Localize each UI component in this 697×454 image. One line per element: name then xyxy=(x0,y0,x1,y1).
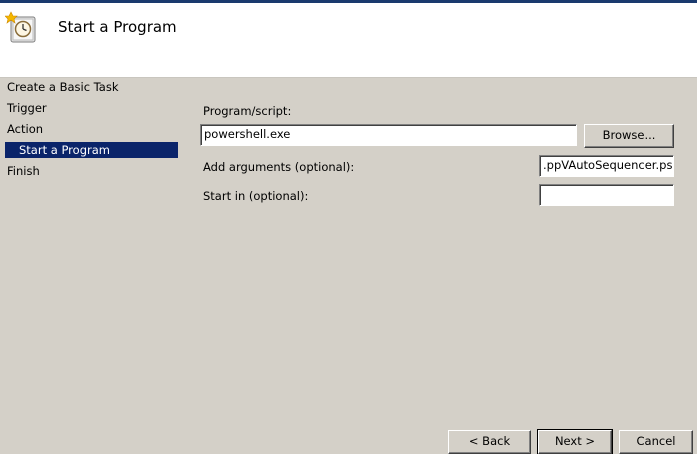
task-scheduler-clock-icon xyxy=(4,10,39,44)
step-action[interactable]: Action xyxy=(7,121,43,137)
step-start-a-program[interactable]: Start a Program xyxy=(5,142,178,158)
add-arguments-input[interactable]: .ppVAutoSequencer.ps1" xyxy=(539,155,674,177)
add-arguments-label: Add arguments (optional): xyxy=(203,160,355,174)
start-in-label: Start in (optional): xyxy=(203,189,309,203)
step-trigger[interactable]: Trigger xyxy=(7,100,47,116)
wizard-steps-sidebar: Create a Basic Task Trigger Action Start… xyxy=(0,78,196,444)
cancel-button[interactable]: Cancel xyxy=(619,430,693,454)
back-button[interactable]: < Back xyxy=(448,430,531,454)
program-script-input[interactable]: powershell.exe xyxy=(200,124,577,146)
next-button[interactable]: Next > xyxy=(537,429,613,454)
wizard-header: Start a Program xyxy=(0,3,697,78)
start-in-input[interactable] xyxy=(539,184,674,206)
program-script-label: Program/script: xyxy=(203,104,292,118)
page-title: Start a Program xyxy=(58,18,177,36)
step-finish[interactable]: Finish xyxy=(7,163,40,179)
program-script-value: powershell.exe xyxy=(204,127,291,141)
add-arguments-value: .ppVAutoSequencer.ps1" xyxy=(543,158,674,172)
step-create-basic-task[interactable]: Create a Basic Task xyxy=(7,79,119,95)
browse-button[interactable]: Browse... xyxy=(584,124,674,148)
